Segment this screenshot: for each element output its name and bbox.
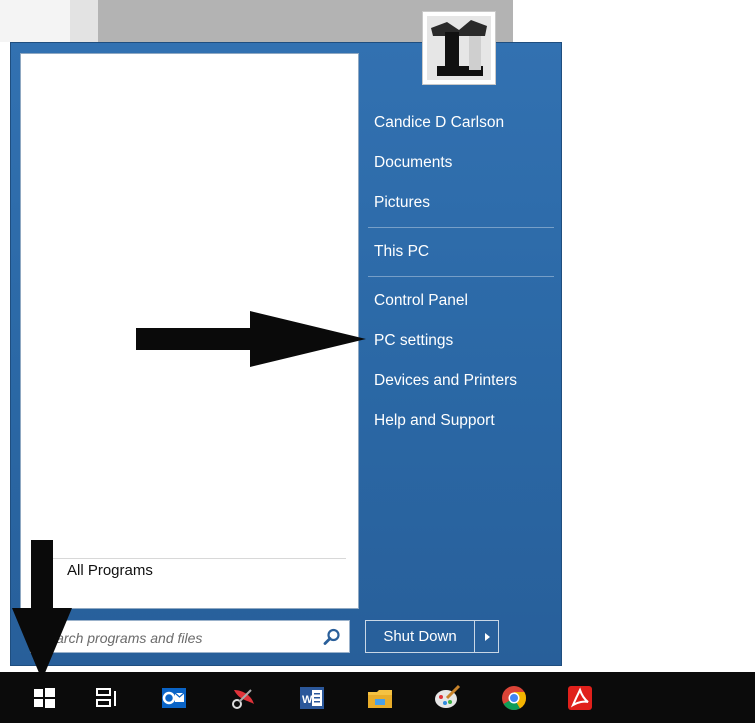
background-window-left [0, 0, 70, 42]
menu-item-help-and-support[interactable]: Help and Support [364, 401, 554, 441]
file-explorer-icon[interactable] [366, 684, 394, 712]
search-icon[interactable] [323, 628, 341, 646]
user-picture-icon [427, 16, 491, 80]
menu-separator [368, 276, 554, 277]
shutdown-button[interactable]: Shut Down [365, 620, 475, 653]
menu-item-control-panel[interactable]: Control Panel [364, 281, 554, 321]
search-box[interactable] [30, 620, 350, 654]
snipping-tool-icon[interactable] [229, 684, 257, 712]
svg-text:W: W [302, 694, 313, 706]
windows-start-icon[interactable] [30, 684, 58, 712]
user-picture-tile[interactable] [422, 11, 496, 85]
chevron-right-icon [484, 632, 490, 641]
outlook-icon[interactable] [160, 684, 188, 712]
menu-item-user-folder[interactable]: Candice D Carlson [364, 103, 554, 143]
menu-item-devices-and-printers[interactable]: Devices and Printers [364, 361, 554, 401]
all-programs-link[interactable]: All Programs [67, 562, 153, 579]
menu-item-documents[interactable]: Documents [364, 143, 554, 183]
arrow-pointing-to-start-button [12, 540, 72, 680]
task-view-icon[interactable] [94, 684, 122, 712]
acrobat-icon[interactable] [566, 684, 594, 712]
menu-item-pc-settings[interactable]: PC settings [364, 321, 554, 361]
shutdown-group: Shut Down [365, 620, 499, 653]
shutdown-options-button[interactable] [475, 620, 499, 653]
chrome-icon[interactable] [500, 684, 528, 712]
menu-item-this-pc[interactable]: This PC [364, 232, 554, 272]
menu-item-pictures[interactable]: Pictures [364, 183, 554, 223]
search-input[interactable] [37, 621, 321, 654]
menu-separator [368, 227, 554, 228]
background-window-edge [70, 0, 98, 42]
start-menu-right-column: Candice D Carlson Documents Pictures Thi… [364, 103, 554, 441]
word-icon[interactable]: W [298, 684, 326, 712]
taskbar: W [0, 672, 755, 723]
arrow-pointing-to-pc-settings [136, 311, 366, 367]
paint-icon[interactable] [433, 684, 461, 712]
all-programs-separator [39, 558, 346, 559]
